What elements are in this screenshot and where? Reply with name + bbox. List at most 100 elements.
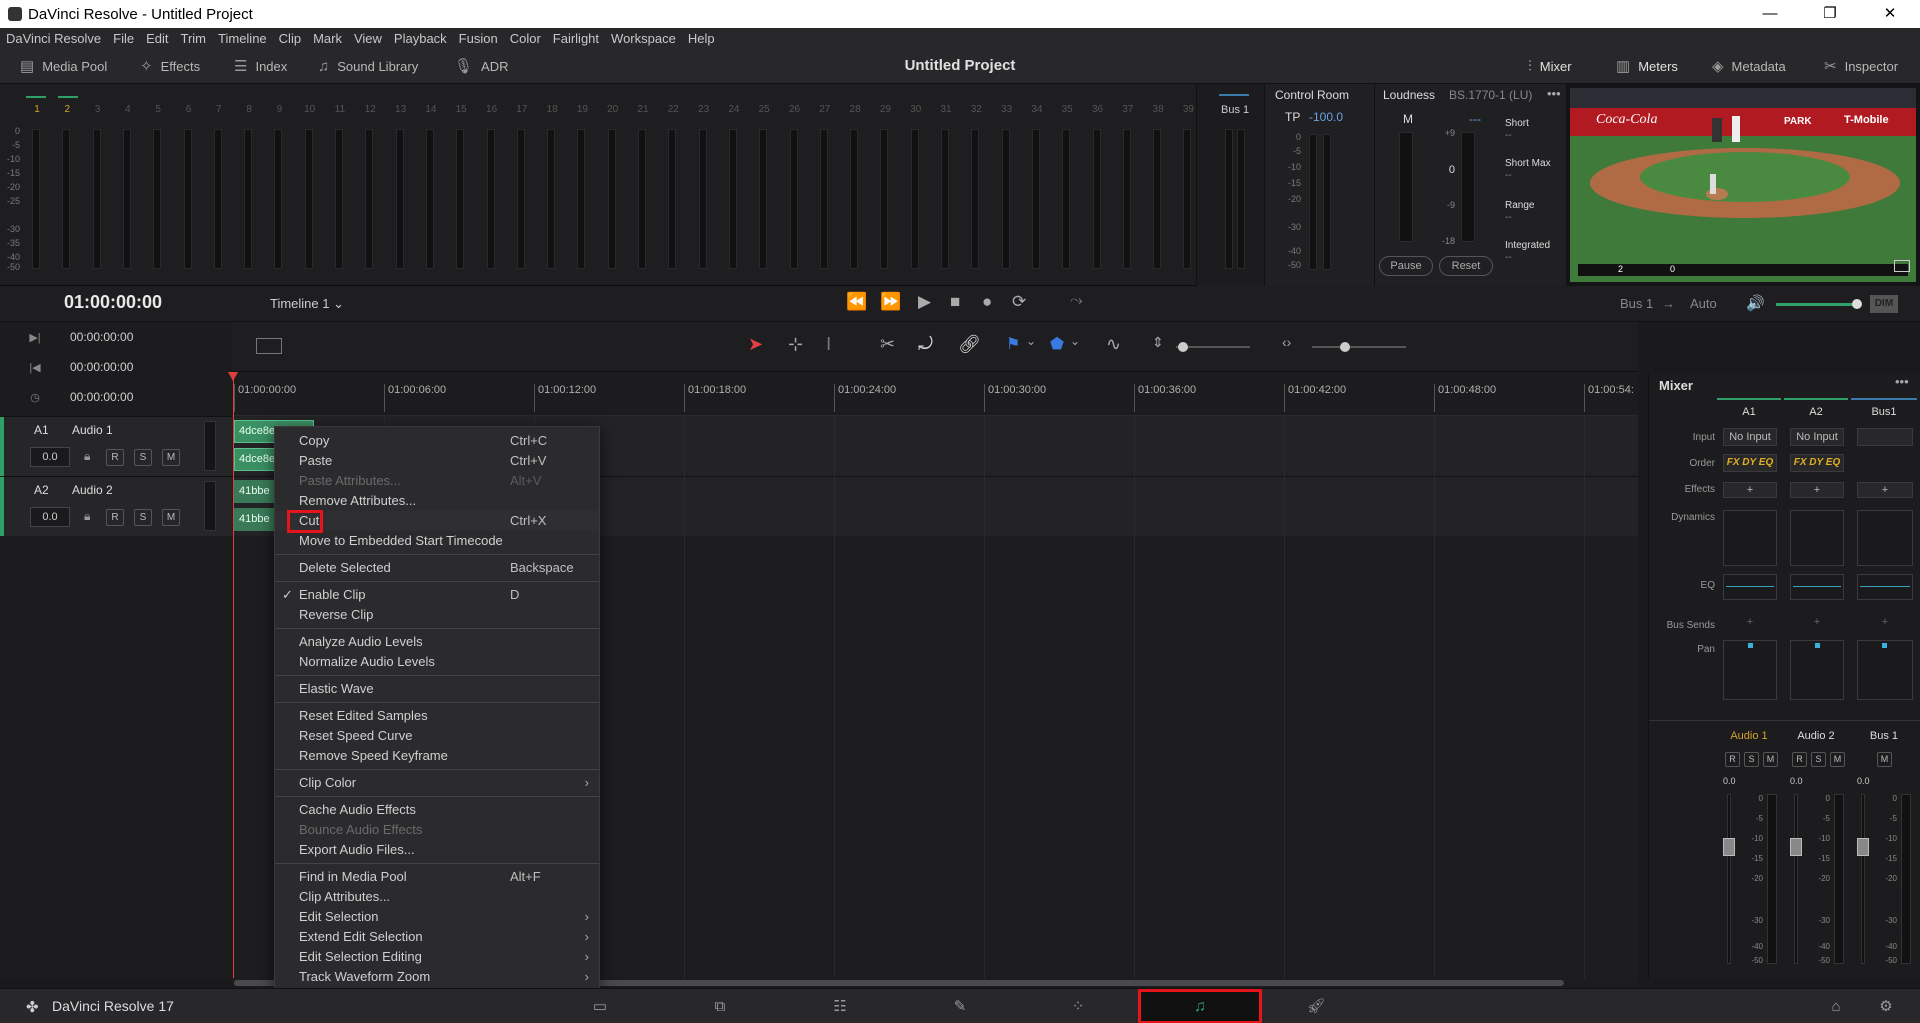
flag-dropdown-icon[interactable]: ⌄ — [1026, 334, 1036, 348]
mixer-a2-pan[interactable] — [1790, 640, 1844, 700]
menu-item-enable-clip[interactable]: ✓ Enable Clip D — [275, 585, 599, 605]
vertical-zoom-icon[interactable]: ⇕ — [1152, 334, 1164, 351]
inspector-button[interactable]: ✂ Inspector — [1824, 48, 1898, 84]
menu-file[interactable]: File — [113, 31, 134, 46]
adr-button[interactable]: 🎙 ADR — [454, 48, 509, 84]
horizontal-zoom-icon[interactable]: ‹› — [1282, 334, 1291, 350]
automation-icon[interactable]: ⤳ — [1070, 292, 1083, 310]
track-header-a2[interactable]: A2 Audio 2 0.0 🔒︎ R S M — [0, 476, 232, 537]
monitor-source-auto[interactable]: Auto — [1690, 296, 1717, 311]
fairlight-page-button[interactable]: ♫ — [1138, 989, 1262, 1023]
restore-button[interactable]: ❐ — [1800, 0, 1860, 28]
mixer-bus1-bus-send[interactable]: + — [1857, 616, 1913, 628]
menu-item-find-in-media-pool[interactable]: Find in Media Pool Alt+F — [275, 867, 599, 887]
mixer-bus1-dynamics[interactable] — [1857, 510, 1913, 566]
track-a2-volume[interactable]: 0.0 — [30, 507, 70, 527]
menu-item-normalize-audio-levels[interactable]: Normalize Audio Levels — [275, 652, 599, 672]
mixer-fader-handle[interactable] — [1790, 838, 1802, 856]
loudness-reset-button[interactable]: Reset — [1439, 256, 1493, 276]
menu-playback[interactable]: Playback — [394, 31, 447, 46]
loudness-options-icon[interactable]: ••• — [1547, 86, 1561, 101]
menu-item-clip-color[interactable]: Clip Color › — [275, 773, 599, 793]
track-a2-name[interactable]: Audio 2 — [72, 483, 113, 497]
playhead[interactable] — [233, 372, 234, 978]
menu-item-edit-selection[interactable]: Edit Selection › — [275, 907, 599, 927]
mixer-a1-dynamics[interactable] — [1723, 510, 1777, 566]
mixer-a1-mute-button[interactable]: M — [1763, 752, 1778, 767]
snapping-icon[interactable]: ⤾ — [918, 334, 933, 355]
mixer-a1-eq[interactable] — [1723, 574, 1777, 600]
minimize-button[interactable]: — — [1740, 0, 1800, 28]
menu-timeline[interactable]: Timeline — [218, 31, 267, 46]
track-a1-solo-button[interactable]: S — [134, 449, 152, 466]
menu-item-paste[interactable]: Paste Ctrl+V — [275, 451, 599, 471]
fusion-page-icon[interactable]: ✎ — [940, 989, 980, 1023]
track-a2-record-button[interactable]: R — [106, 509, 124, 526]
link-icon[interactable]: 🔗︎ — [958, 334, 981, 355]
menu-view[interactable]: View — [354, 31, 382, 46]
media-pool-button[interactable]: ▤ Media Pool — [20, 48, 107, 84]
monitor-volume-handle[interactable] — [1852, 299, 1862, 309]
play-button[interactable]: ▶ — [918, 292, 931, 312]
viewer-pip-icon[interactable] — [1894, 260, 1910, 272]
mixer-bus1-eq[interactable] — [1857, 574, 1913, 600]
track-a1-name[interactable]: Audio 1 — [72, 423, 113, 437]
rewind-button[interactable]: ⏪ — [846, 292, 867, 312]
mixer-a2-order[interactable]: FX DY EQ — [1790, 454, 1844, 472]
mixer-strip-bus1-name[interactable]: Bus 1 — [1851, 730, 1917, 742]
mixer-a1-add-effect[interactable]: + — [1723, 482, 1777, 498]
monitor-volume-slider[interactable] — [1776, 303, 1858, 306]
mixer-fader-handle[interactable] — [1723, 838, 1735, 856]
menu-item-delete-selected[interactable]: Delete Selected Backspace — [275, 558, 599, 578]
mixer-options-icon[interactable]: ••• — [1895, 374, 1909, 389]
menu-davinci-resolve[interactable]: DaVinci Resolve — [6, 31, 101, 46]
edit-page-icon[interactable]: ☷ — [820, 989, 860, 1023]
waveform-zoom-icon[interactable]: ∿ — [1106, 334, 1121, 355]
mixer-a2-dynamics[interactable] — [1790, 510, 1844, 566]
mixer-a1-bus-send[interactable]: + — [1723, 616, 1777, 628]
home-icon[interactable]: ⌂ — [1816, 989, 1856, 1023]
track-a1-volume[interactable]: 0.0 — [30, 447, 70, 467]
menu-fusion[interactable]: Fusion — [459, 31, 498, 46]
mixer-a2-mute-button[interactable]: M — [1830, 752, 1845, 767]
menu-trim[interactable]: Trim — [181, 31, 207, 46]
selection-tool-icon[interactable]: ➤ — [748, 334, 763, 355]
menu-clip[interactable]: Clip — [279, 31, 301, 46]
mixer-a1-input[interactable]: No Input — [1723, 428, 1777, 446]
loop-button[interactable]: ⟳ — [1012, 292, 1026, 312]
mixer-a2-eq[interactable] — [1790, 574, 1844, 600]
media-page-icon[interactable]: ▭ — [580, 989, 620, 1023]
menu-item-reset-speed-curve[interactable]: Reset Speed Curve — [275, 726, 599, 746]
mixer-a2-bus-send[interactable]: + — [1790, 616, 1844, 628]
menu-edit[interactable]: Edit — [146, 31, 168, 46]
timeline-selector[interactable]: Timeline 1 ⌄ — [270, 296, 344, 312]
menu-item-reverse-clip[interactable]: Reverse Clip — [275, 605, 599, 625]
menu-item-reset-edited-samples[interactable]: Reset Edited Samples — [275, 706, 599, 726]
menu-item-remove-speed-keyframe[interactable]: Remove Speed Keyframe — [275, 746, 599, 766]
menu-item-track-waveform-zoom[interactable]: Track Waveform Zoom › — [275, 967, 599, 987]
effects-button[interactable]: ✧ Effects — [140, 48, 200, 84]
menu-item-analyze-audio-levels[interactable]: Analyze Audio Levels — [275, 632, 599, 652]
mixer-bus1-pan[interactable] — [1857, 640, 1913, 700]
edit-tool-icon[interactable]: Ⅰ — [826, 334, 831, 355]
stop-button[interactable]: ■ — [950, 292, 960, 312]
track-header-a1[interactable]: A1 Audio 1 0.0 🔒︎ R S M — [0, 416, 232, 477]
timeline-view-options-icon[interactable] — [256, 338, 282, 354]
timeline-ruler[interactable]: 01:00:00:00 01:00:06:00 01:00:12:00 01:00:1… — [232, 372, 1638, 416]
mixer-a2-add-effect[interactable]: + — [1790, 482, 1844, 498]
record-button[interactable]: ● — [982, 292, 992, 312]
mixer-a1-solo-button[interactable]: S — [1744, 752, 1759, 767]
mixer-bus1-mute-button[interactable]: M — [1877, 752, 1892, 767]
track-a2-mute-button[interactable]: M — [162, 509, 180, 526]
mixer-a2-input[interactable]: No Input — [1790, 428, 1844, 446]
meters-button[interactable]: ▥ Meters — [1616, 48, 1678, 84]
menu-item-edit-selection-editing[interactable]: Edit Selection Editing › — [275, 947, 599, 967]
mixer-a1-order[interactable]: FX DY EQ — [1723, 454, 1777, 472]
metadata-button[interactable]: ◈ Metadata — [1712, 48, 1786, 84]
track-a1-lock-icon[interactable]: 🔒︎ — [84, 449, 90, 464]
menu-fairlight[interactable]: Fairlight — [553, 31, 599, 46]
mixer-bus1-input[interactable] — [1857, 428, 1913, 446]
deliver-page-icon[interactable]: 🚀︎ — [1296, 989, 1336, 1023]
track-a2-solo-button[interactable]: S — [134, 509, 152, 526]
vertical-zoom-handle[interactable] — [1178, 342, 1188, 352]
